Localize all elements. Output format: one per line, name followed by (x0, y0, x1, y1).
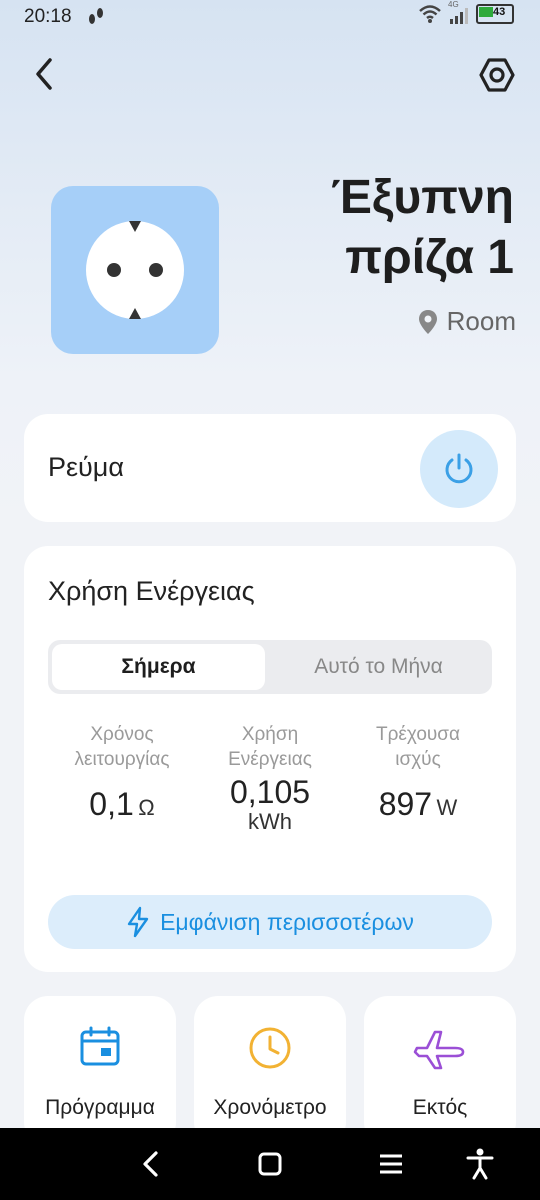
energy-title: Χρήση Ενέργειας (48, 576, 255, 606)
tile-timer[interactable]: Χρονόμετρο (194, 996, 346, 1146)
stat-label-line1: Τρέχουσα (375, 724, 460, 745)
battery-level: 43 (493, 6, 506, 18)
socket-icon (86, 221, 184, 319)
tile-label: Πρόγραμμα (45, 1096, 155, 1119)
lightning-icon (127, 906, 149, 938)
stat-value: 897 (378, 786, 433, 822)
stat-value: 0,105 (229, 774, 311, 810)
power-label: Ρεύμα (48, 452, 124, 482)
stat-energy-use: Χρήση Ενέργειας 0,105 kWh (190, 722, 350, 835)
stat-label-line1: Χρήση (241, 724, 299, 745)
stat-label-line2: λειτουργίας (74, 749, 170, 770)
battery-icon: 43 (476, 4, 514, 24)
location-pin-icon (418, 309, 437, 334)
power-icon (445, 453, 473, 484)
nav-menu-icon[interactable] (378, 1152, 404, 1181)
room-label: Room (446, 306, 516, 336)
period-segmented-control: Σήμερα Αυτό το Μήνα (48, 640, 492, 694)
stat-unit: kWh (248, 809, 292, 834)
stat-label-line2: Ενέργειας (228, 749, 312, 770)
wifi-icon (419, 5, 441, 23)
device-title-line2: πρίζα 1 (345, 231, 514, 284)
system-nav-bar (0, 1128, 540, 1200)
stat-unit: W (436, 795, 458, 820)
power-card: Ρεύμα (24, 414, 516, 522)
tile-label: Εκτός (412, 1096, 468, 1119)
nav-home-icon[interactable] (258, 1152, 282, 1181)
power-toggle-button[interactable] (420, 430, 498, 508)
airplane-icon (364, 1026, 516, 1070)
settings-button[interactable] (474, 52, 520, 98)
stat-runtime: Χρόνος λειτουργίας 0,1 Ω (42, 722, 202, 823)
back-arrow-icon (36, 58, 52, 90)
stat-label-line2: ισχύς (395, 749, 441, 770)
tile-schedule[interactable]: Πρόγραμμα (24, 996, 176, 1146)
tile-away[interactable]: Εκτός (364, 996, 516, 1146)
stat-label-line1: Χρόνος (90, 724, 154, 745)
status-icons: 4G 43 (418, 0, 514, 24)
tab-this-month[interactable]: Αυτό το Μήνα (269, 644, 488, 690)
settings-hexagon-icon (479, 58, 515, 92)
status-time: 20:18 (24, 6, 72, 27)
signal-icon: 4G (448, 0, 470, 24)
device-title: Έξυπνη πρίζα 1 (214, 168, 514, 288)
walk-icon (86, 6, 106, 31)
energy-card: Χρήση Ενέργειας Σήμερα Αυτό το Μήνα Χρόν… (24, 546, 516, 972)
stat-value: 0,1 (89, 786, 134, 822)
device-image (51, 186, 219, 354)
device-room[interactable]: Room (418, 306, 516, 337)
nav-accessibility-icon[interactable] (466, 1148, 494, 1185)
clock-icon (194, 1026, 346, 1070)
tile-label: Χρονόμετρο (213, 1096, 327, 1119)
show-more-button[interactable]: Εμφάνιση περισσοτέρων (48, 895, 492, 949)
nav-back-icon[interactable] (138, 1150, 162, 1183)
stat-current-power: Τρέχουσα ισχύς 897 W (338, 722, 498, 823)
device-title-line1: Έξυπνη (330, 171, 514, 224)
back-button[interactable] (22, 52, 66, 96)
tab-today[interactable]: Σήμερα (52, 644, 265, 690)
calendar-icon (24, 1026, 176, 1068)
show-more-label: Εμφάνιση περισσοτέρων (160, 908, 414, 935)
stat-unit: Ω (138, 795, 155, 820)
